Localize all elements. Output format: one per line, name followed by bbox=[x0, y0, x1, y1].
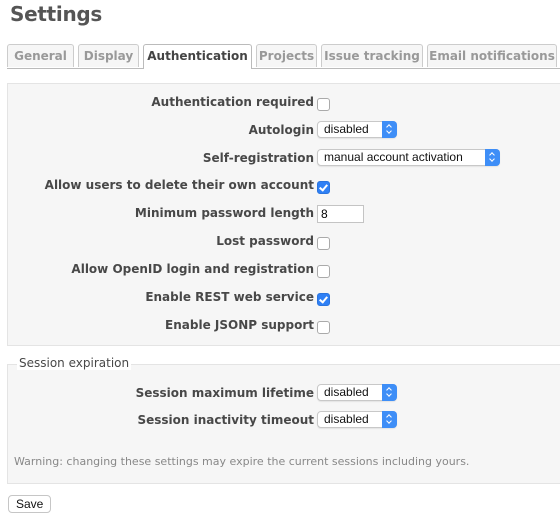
self-registration-value: manual account activation bbox=[324, 150, 463, 164]
self-registration-label: Self-registration bbox=[202, 151, 314, 165]
rest-api-row: Enable REST web service bbox=[8, 287, 560, 309]
session-inactivity-row: Session inactivity timeout disabled bbox=[8, 410, 560, 432]
tab-display[interactable]: Display bbox=[78, 44, 139, 67]
min-password-length-row: Minimum password length bbox=[8, 203, 560, 225]
authentication-settings-panel: Authentication required Autologin disabl… bbox=[7, 83, 560, 346]
tab-general[interactable]: General bbox=[7, 44, 74, 67]
session-inactivity-value: disabled bbox=[324, 412, 369, 426]
self-registration-row: Self-registration manual account activat… bbox=[8, 148, 560, 170]
select-arrows-icon bbox=[382, 121, 397, 138]
jsonp-checkbox[interactable] bbox=[317, 321, 330, 334]
autologin-label: Autologin bbox=[248, 123, 314, 137]
session-inactivity-label: Session inactivity timeout bbox=[137, 413, 314, 427]
allow-delete-account-row: Allow users to delete their own account bbox=[8, 175, 560, 197]
jsonp-row: Enable JSONP support bbox=[8, 315, 560, 337]
self-registration-select[interactable]: manual account activation bbox=[317, 149, 500, 166]
autologin-row: Autologin disabled bbox=[8, 120, 560, 142]
authentication-required-label: Authentication required bbox=[151, 95, 314, 109]
openid-checkbox[interactable] bbox=[317, 265, 330, 278]
rest-api-label: Enable REST web service bbox=[145, 290, 314, 304]
tab-email-notifications[interactable]: Email notifications bbox=[427, 44, 557, 67]
allow-delete-account-label: Allow users to delete their own account bbox=[44, 178, 314, 192]
jsonp-label: Enable JSONP support bbox=[165, 318, 314, 332]
authentication-required-row: Authentication required bbox=[8, 92, 560, 114]
lost-password-checkbox[interactable] bbox=[317, 237, 330, 250]
rest-api-checkbox[interactable] bbox=[317, 293, 330, 306]
session-warning-text: Warning: changing these settings may exp… bbox=[14, 455, 470, 468]
settings-tabs: General Display Authentication Projects … bbox=[7, 44, 560, 69]
lost-password-label: Lost password bbox=[216, 234, 314, 248]
save-button[interactable]: Save bbox=[8, 495, 52, 513]
session-max-lifetime-value: disabled bbox=[324, 385, 369, 399]
min-password-length-input[interactable] bbox=[317, 205, 364, 223]
select-arrows-icon bbox=[382, 384, 397, 401]
session-expiration-legend: Session expiration bbox=[17, 356, 132, 370]
authentication-required-checkbox[interactable] bbox=[317, 98, 330, 111]
session-max-lifetime-select[interactable]: disabled bbox=[317, 384, 397, 401]
session-max-lifetime-label: Session maximum lifetime bbox=[135, 386, 314, 400]
lost-password-row: Lost password bbox=[8, 231, 560, 253]
allow-delete-account-checkbox[interactable] bbox=[317, 181, 330, 194]
openid-label: Allow OpenID login and registration bbox=[71, 262, 314, 276]
tab-issue-tracking[interactable]: Issue tracking bbox=[321, 44, 423, 67]
tab-authentication[interactable]: Authentication bbox=[143, 44, 252, 69]
select-arrows-icon bbox=[485, 149, 500, 166]
select-arrows-icon bbox=[382, 411, 397, 428]
tab-projects[interactable]: Projects bbox=[256, 44, 317, 67]
autologin-select[interactable]: disabled bbox=[317, 121, 397, 138]
session-expiration-fieldset: Session expiration Session maximum lifet… bbox=[7, 356, 560, 484]
openid-row: Allow OpenID login and registration bbox=[8, 259, 560, 281]
page-title: Settings bbox=[10, 2, 103, 26]
session-max-lifetime-row: Session maximum lifetime disabled bbox=[8, 383, 560, 405]
min-password-length-label: Minimum password length bbox=[134, 206, 314, 220]
autologin-value: disabled bbox=[324, 122, 369, 136]
session-inactivity-select[interactable]: disabled bbox=[317, 411, 397, 428]
